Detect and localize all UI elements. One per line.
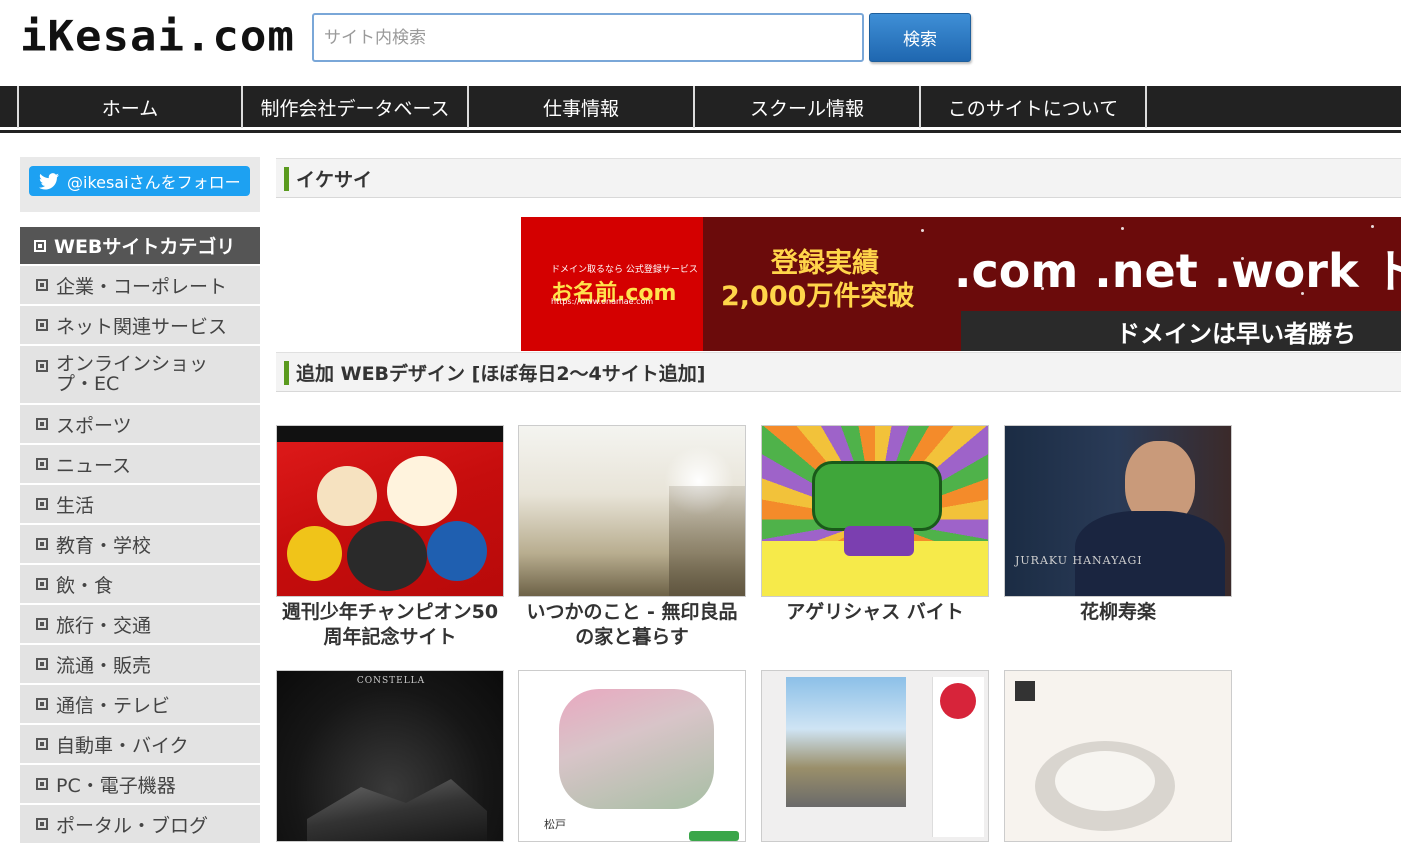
category-item[interactable]: ニュース — [20, 445, 260, 483]
follow-box: @ikesaiさんをフォロー — [20, 157, 260, 212]
ad-tagline: ドメインは早い者勝ち — [961, 311, 1401, 351]
design-card[interactable]: 週刊少年チャンピオン50周年記念サイト — [276, 425, 504, 650]
design-card[interactable]: アゲリシャス バイト — [761, 425, 989, 625]
category-item[interactable]: 自動車・バイク — [20, 725, 260, 763]
design-card-title: 花柳寿楽 — [1079, 601, 1156, 623]
thumbnail-austria — [761, 670, 989, 842]
section-heading-ikesai: イケサイ — [276, 158, 1401, 198]
design-card-title: 週刊少年チャンピオン50周年記念サイト — [281, 601, 499, 648]
nav-item-home[interactable]: ホーム — [17, 86, 243, 128]
category-item[interactable]: スポーツ — [20, 405, 260, 443]
category-item[interactable]: PC・電子機器 — [20, 765, 260, 803]
ad-brand-block: ドメイン取るなら 公式登録サービス お名前.com https://www.on… — [521, 217, 703, 351]
twitter-icon — [39, 172, 59, 189]
thumbnail-muji — [518, 425, 746, 597]
main-nav: ホーム 制作会社データベース 仕事情報 スクール情報 このサイトについて — [0, 86, 1401, 130]
square-bullet-icon — [36, 658, 48, 670]
design-card-title: アゲリシャス バイト — [786, 601, 964, 623]
design-card[interactable] — [761, 670, 989, 842]
design-card[interactable]: CONSTELLA — [276, 670, 504, 842]
ad-url: https://www.onamae.com — [551, 297, 654, 306]
ad-banner[interactable]: ドメイン取るなら 公式登録サービス お名前.com https://www.on… — [521, 217, 1401, 351]
nav-item-company-db[interactable]: 制作会社データベース — [243, 86, 469, 128]
square-bullet-icon — [34, 239, 46, 252]
design-card[interactable]: いつかのこと - 無印良品の家と暮らす — [518, 425, 746, 650]
nav-item-jobs[interactable]: 仕事情報 — [469, 86, 695, 128]
category-item[interactable]: 飲・食 — [20, 565, 260, 603]
section-heading-new-designs: 追加 WEBデザイン [ほぼ毎日2〜4サイト追加] — [276, 352, 1401, 392]
thumbnail-text: CONSTELLA — [356, 676, 426, 686]
square-bullet-icon — [36, 319, 48, 331]
twitter-follow-button[interactable]: @ikesaiさんをフォロー — [29, 166, 250, 196]
square-bullet-icon — [36, 778, 48, 790]
search-button[interactable]: 検索 — [869, 13, 971, 62]
square-bullet-icon — [36, 818, 48, 830]
nav-divider — [0, 130, 1401, 133]
thumbnail-japanese-food — [1004, 670, 1232, 842]
square-bullet-icon — [36, 578, 48, 590]
logo-text: iKesai.com — [20, 12, 295, 61]
category-item[interactable]: 流通・販売 — [20, 645, 260, 683]
nav-item-about[interactable]: このサイトについて — [921, 86, 1147, 128]
nav-item-school[interactable]: スクール情報 — [695, 86, 921, 128]
thumbnail-matsudo: 松戸 — [518, 670, 746, 842]
square-bullet-icon — [36, 418, 48, 430]
square-bullet-icon — [36, 698, 48, 710]
thumbnail-text: JURAKU HANAYAGI — [1015, 554, 1143, 567]
site-logo[interactable]: iKesai.com — [20, 16, 295, 58]
square-bullet-icon — [36, 498, 48, 510]
category-item[interactable]: 生活 — [20, 485, 260, 523]
category-list: 企業・コーポレート ネット関連サービス オンラインショップ・EC スポーツ ニュ… — [20, 266, 260, 845]
follow-label: @ikesaiさんをフォロー — [67, 173, 241, 192]
category-item[interactable]: 教育・学校 — [20, 525, 260, 563]
square-bullet-icon — [36, 458, 48, 470]
category-item[interactable]: ポータル・ブログ — [20, 805, 260, 843]
square-bullet-icon — [36, 360, 48, 372]
ad-domains: .com .net .work ドメ — [954, 244, 1401, 298]
square-bullet-icon — [36, 279, 48, 291]
thumbnail-agelicious — [761, 425, 989, 597]
category-item[interactable]: 企業・コーポレート — [20, 266, 260, 304]
category-item[interactable]: オンラインショップ・EC — [20, 346, 260, 403]
site-header: iKesai.com 検索 — [0, 0, 1401, 86]
design-card[interactable] — [1004, 670, 1232, 842]
category-heading-label: WEBサイトカテゴリ — [54, 236, 236, 258]
thumbnail-hanayagi: JURAKU HANAYAGI — [1004, 425, 1232, 597]
ad-headline: 登録実績 2,000万件突破 — [721, 248, 915, 312]
thumbnail-champion — [276, 425, 504, 597]
thumbnail-text: 松戸 — [544, 818, 566, 831]
search-input[interactable] — [312, 13, 864, 62]
category-heading: WEBサイトカテゴリ — [20, 227, 260, 264]
square-bullet-icon — [36, 738, 48, 750]
square-bullet-icon — [36, 538, 48, 550]
square-bullet-icon — [36, 618, 48, 630]
category-item[interactable]: 旅行・交通 — [20, 605, 260, 643]
design-card[interactable]: 松戸 — [518, 670, 746, 842]
ad-small-text: ドメイン取るなら 公式登録サービス — [551, 265, 698, 275]
category-item[interactable]: ネット関連サービス — [20, 306, 260, 344]
design-card[interactable]: JURAKU HANAYAGI 花柳寿楽 — [1004, 425, 1232, 625]
design-card-title: いつかのこと - 無印良品の家と暮らす — [526, 601, 738, 648]
thumbnail-constella: CONSTELLA — [276, 670, 504, 842]
category-item[interactable]: 通信・テレビ — [20, 685, 260, 723]
